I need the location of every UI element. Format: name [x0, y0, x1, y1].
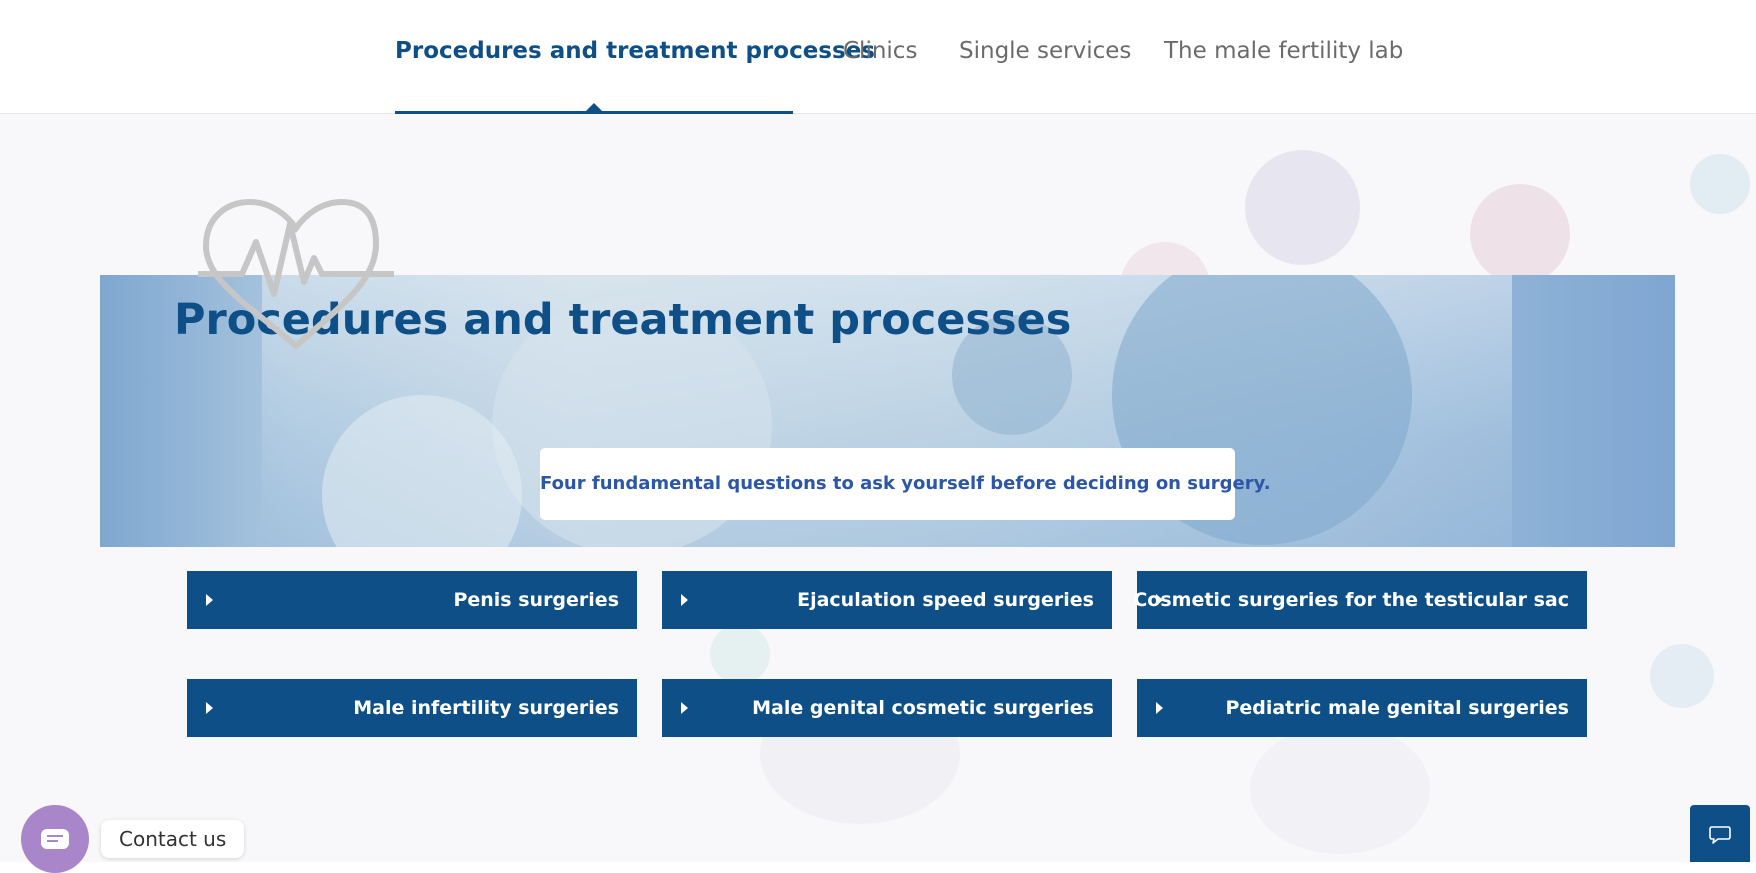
category-label: Penis surgeries [453, 589, 619, 611]
background-bubble [1690, 154, 1750, 214]
tab-label: Single services [959, 38, 1132, 64]
category-label: Cosmetic surgeries for the testicular sa… [1133, 589, 1569, 611]
tab-male-fertility-lab[interactable]: The male fertility lab [1164, 38, 1403, 114]
contact-button[interactable] [21, 805, 89, 873]
message-icon [41, 829, 69, 849]
chat-button[interactable] [1690, 805, 1750, 862]
top-navigation: Procedures and treatment processes Clini… [0, 0, 1756, 114]
category-testicular-sac-surgeries[interactable]: Cosmetic surgeries for the testicular sa… [1133, 571, 1587, 629]
category-ejaculation-speed-surgeries[interactable]: Ejaculation speed surgeries [662, 571, 1112, 629]
heartbeat-icon [198, 198, 394, 351]
caret-right-icon [681, 702, 688, 714]
background-bubble [1470, 184, 1570, 284]
tab-label: The male fertility lab [1164, 38, 1404, 64]
caret-right-icon [681, 594, 688, 606]
tab-single-services[interactable]: Single services [959, 38, 1131, 114]
tab-label: Clinics [843, 38, 918, 64]
background-bubble [1250, 724, 1430, 854]
tab-procedures[interactable]: Procedures and treatment processes [395, 38, 875, 114]
category-genital-cosmetic-surgeries[interactable]: Male genital cosmetic surgeries [662, 679, 1112, 737]
background-bubble [710, 624, 770, 684]
active-tab-indicator [586, 103, 602, 111]
category-male-infertility-surgeries[interactable]: Male infertility surgeries [187, 679, 637, 737]
category-pediatric-genital-surgeries[interactable]: Pediatric male genital surgeries [1137, 679, 1587, 737]
tab-clinics[interactable]: Clinics [843, 38, 917, 114]
category-label: Male genital cosmetic surgeries [752, 697, 1094, 719]
background-bubble [1650, 644, 1714, 708]
caret-right-icon [206, 702, 213, 714]
questions-link[interactable]: Four fundamental questions to ask yourse… [540, 448, 1271, 520]
category-label: Male infertility surgeries [353, 697, 619, 719]
caret-right-icon [206, 594, 213, 606]
contact-label[interactable]: Contact us [101, 820, 245, 858]
tab-label: Procedures and treatment processes [395, 38, 875, 64]
category-label: Ejaculation speed surgeries [797, 589, 1094, 611]
caret-right-icon [1156, 702, 1163, 714]
category-label: Pediatric male genital surgeries [1225, 697, 1569, 719]
background-bubble [1245, 150, 1360, 265]
chat-bubble-icon [1709, 826, 1731, 844]
category-penis-surgeries[interactable]: Penis surgeries [187, 571, 637, 629]
